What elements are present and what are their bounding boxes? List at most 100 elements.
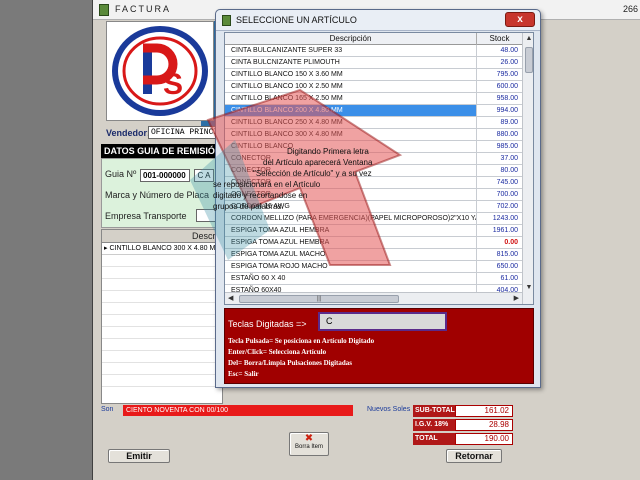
vendedor-field[interactable]: OFICINA PRINCI <box>148 126 223 139</box>
table-row[interactable]: CORDON 16 AWG 702.00 <box>225 201 522 213</box>
guia-header: DATOS GUIA DE REMISIÓN <box>101 144 223 158</box>
article-description: CINTILLO BLANCO 200 X 4.80 MM <box>225 105 477 116</box>
article-stock: 985.00 <box>496 143 518 150</box>
borra-item-button[interactable]: ✖ Borra Item <box>289 432 329 456</box>
table-row[interactable]: CONECTOR 700.00 <box>225 189 522 201</box>
table-row[interactable]: CINTILLO BLANCO 250 X 4.80 MM 89.00 <box>225 117 522 129</box>
help-line: Tecla Pulsada= Se posiciona en Artículo … <box>228 337 375 345</box>
article-description: CINTILLO BLANCO 165 X 2.50 MM <box>225 93 477 104</box>
table-row[interactable]: ESTAÑO 60 X 40 61.00 <box>225 273 522 285</box>
table-row[interactable]: CINTILLO BLANCO 200 X 4.80 MM 994.00 <box>225 105 522 117</box>
scroll-down-icon[interactable]: ▼ <box>523 282 533 294</box>
table-row[interactable]: CINTILLO BLANCO 100 X 2.50 MM 600.00 <box>225 81 522 93</box>
scroll-thumb[interactable] <box>525 47 533 73</box>
delete-icon: ✖ <box>304 433 314 444</box>
subtotal-label: SUB-TOTAL <box>413 405 455 417</box>
article-description: CONECTOR <box>225 177 477 188</box>
article-description: CINTILLO BLANCO 100 X 2.50 MM <box>225 81 477 92</box>
scroll-up-icon[interactable]: ▲ <box>523 33 533 45</box>
table-row[interactable] <box>102 339 222 351</box>
article-stock: 37.00 <box>500 155 518 162</box>
select-article-dialog: SELECCIONE UN ARTÍCULO x Descripción Sto… <box>215 9 541 388</box>
total-label: TOTAL <box>413 433 455 445</box>
table-row[interactable]: ESPIGA TOMA AZUL HEMBRA 1961.00 <box>225 225 522 237</box>
help-line: Esc= Salir <box>228 370 259 378</box>
table-row[interactable] <box>102 291 222 303</box>
guia-no-label: Guia Nº <box>105 169 137 179</box>
emitir-button[interactable]: Emitir <box>108 449 170 463</box>
table-row[interactable]: CINTILLO BLANCO 150 X 3.60 MM 795.00 <box>225 69 522 81</box>
article-list[interactable]: Descripción Stock CINTA BULCANIZANTE SUP… <box>224 32 534 305</box>
guia-no-field[interactable]: 001-000000 <box>140 169 190 182</box>
column-header-description[interactable]: Descripción <box>225 33 477 45</box>
close-button[interactable]: x <box>505 12 535 27</box>
table-row[interactable] <box>102 303 222 315</box>
igv-value: 28.98 <box>455 419 513 431</box>
column-header-stock[interactable]: Stock <box>477 33 522 45</box>
items-grid-header: Descr <box>102 230 222 243</box>
table-row[interactable]: CINTA BULCNIZANTE PLIMOUTH 26.00 <box>225 57 522 69</box>
article-description: CINTA BULCNIZANTE PLIMOUTH <box>225 57 477 68</box>
dialog-title: SELECCIONE UN ARTÍCULO <box>236 15 357 25</box>
article-stock: 600.00 <box>496 83 518 90</box>
article-description: ESPIGA TOMA ROJO MACHO <box>225 261 477 272</box>
guia-panel: Guia Nº 001-000000 C A Marca y Número de… <box>101 158 223 228</box>
horizontal-scrollbar[interactable]: ◀ ||| ▶ <box>225 292 522 304</box>
article-description: CONECTOR <box>225 165 477 176</box>
dialog-titlebar[interactable]: SELECCIONE UN ARTÍCULO x <box>216 10 540 31</box>
table-row[interactable]: CINTILLO BLANCO 300 X 4.80 MM 880.00 <box>225 129 522 141</box>
table-row[interactable]: CONECTOR 80.00 <box>225 165 522 177</box>
factura-top-number: 266 <box>622 4 638 14</box>
table-row[interactable] <box>102 351 222 363</box>
table-row[interactable] <box>102 279 222 291</box>
subtotal-value: 161.02 <box>455 405 513 417</box>
scroll-thumb[interactable]: ||| <box>239 295 399 303</box>
table-row[interactable]: CONECTOR 745.00 <box>225 177 522 189</box>
igv-row: I.G.V. 18% 28.98 <box>413 419 513 431</box>
scroll-right-icon[interactable]: ▶ <box>514 293 519 304</box>
table-row[interactable] <box>102 255 222 267</box>
typed-keys-field[interactable]: C <box>318 312 447 331</box>
article-description: CINTILLO BLANCO <box>225 141 477 152</box>
table-row[interactable]: ESPIGA TOMA ROJO MACHO 650.00 <box>225 261 522 273</box>
table-row[interactable] <box>102 315 222 327</box>
guia-series-field[interactable]: C A <box>194 169 214 182</box>
table-row[interactable]: CINTILLO BLANCO 985.00 <box>225 141 522 153</box>
currency-label: Nuevos Soles <box>367 406 411 413</box>
factura-title: FACTURA <box>115 4 172 14</box>
help-line: Del= Borra/Limpia Pulsaciones Digitadas <box>228 359 352 367</box>
vendedor-label: Vendedor: <box>106 128 151 138</box>
vertical-scrollbar[interactable]: ▲ ▼ <box>522 33 533 304</box>
table-row[interactable] <box>102 327 222 339</box>
table-row[interactable] <box>102 363 222 375</box>
article-description: ESPIGA TOMA AZUL HEMBRA <box>225 237 477 248</box>
table-cell: CINTILLO BLANCO 300 X 4.80 MM <box>109 245 222 252</box>
table-row[interactable]: ESPIGA TOMA AZUL MACHO 815.00 <box>225 249 522 261</box>
table-row[interactable] <box>102 375 222 387</box>
company-logo: S <box>106 21 214 121</box>
table-row[interactable]: ▸ CINTILLO BLANCO 300 X 4.80 MM <box>102 243 222 255</box>
article-description: ESPIGA TOMA AZUL MACHO <box>225 249 477 260</box>
app-icon <box>99 4 109 16</box>
article-stock: 650.00 <box>496 263 518 270</box>
scroll-left-icon[interactable]: ◀ <box>228 293 233 304</box>
table-row[interactable]: CONECTOR 37.00 <box>225 153 522 165</box>
table-row[interactable]: CINTILLO BLANCO 165 X 2.50 MM 958.00 <box>225 93 522 105</box>
retornar-button[interactable]: Retornar <box>446 449 502 463</box>
keys-label: Teclas Digitadas => <box>228 319 307 329</box>
subtotal-row: SUB-TOTAL 161.02 <box>413 405 513 417</box>
article-stock: 1243.00 <box>492 215 518 222</box>
article-stock: 1961.00 <box>492 227 518 234</box>
table-row[interactable]: ESPIGA TOMA AZUL HEMBRA 0.00 <box>225 237 522 249</box>
table-row[interactable]: CORDON MELLIZO (PARA EMERGENCIA)(PAPEL M… <box>225 213 522 225</box>
article-stock: 994.00 <box>496 107 518 114</box>
table-row[interactable]: CINTA BULCANIZANTE SUPER 33 48.00 <box>225 45 522 57</box>
article-stock: 0.00 <box>504 239 518 246</box>
article-description: CINTILLO BLANCO 150 X 3.60 MM <box>225 69 477 80</box>
items-grid[interactable]: Descr ▸ CINTILLO BLANCO 300 X 4.80 MM <box>101 229 223 404</box>
article-description: ESTAÑO 60 X 40 <box>225 273 477 284</box>
totals-panel: SUB-TOTAL 161.02 I.G.V. 18% 28.98 TOTAL … <box>413 405 513 445</box>
table-row[interactable] <box>102 267 222 279</box>
total-value: 190.00 <box>455 433 513 445</box>
article-description: CINTILLO BLANCO 250 X 4.80 MM <box>225 117 477 128</box>
